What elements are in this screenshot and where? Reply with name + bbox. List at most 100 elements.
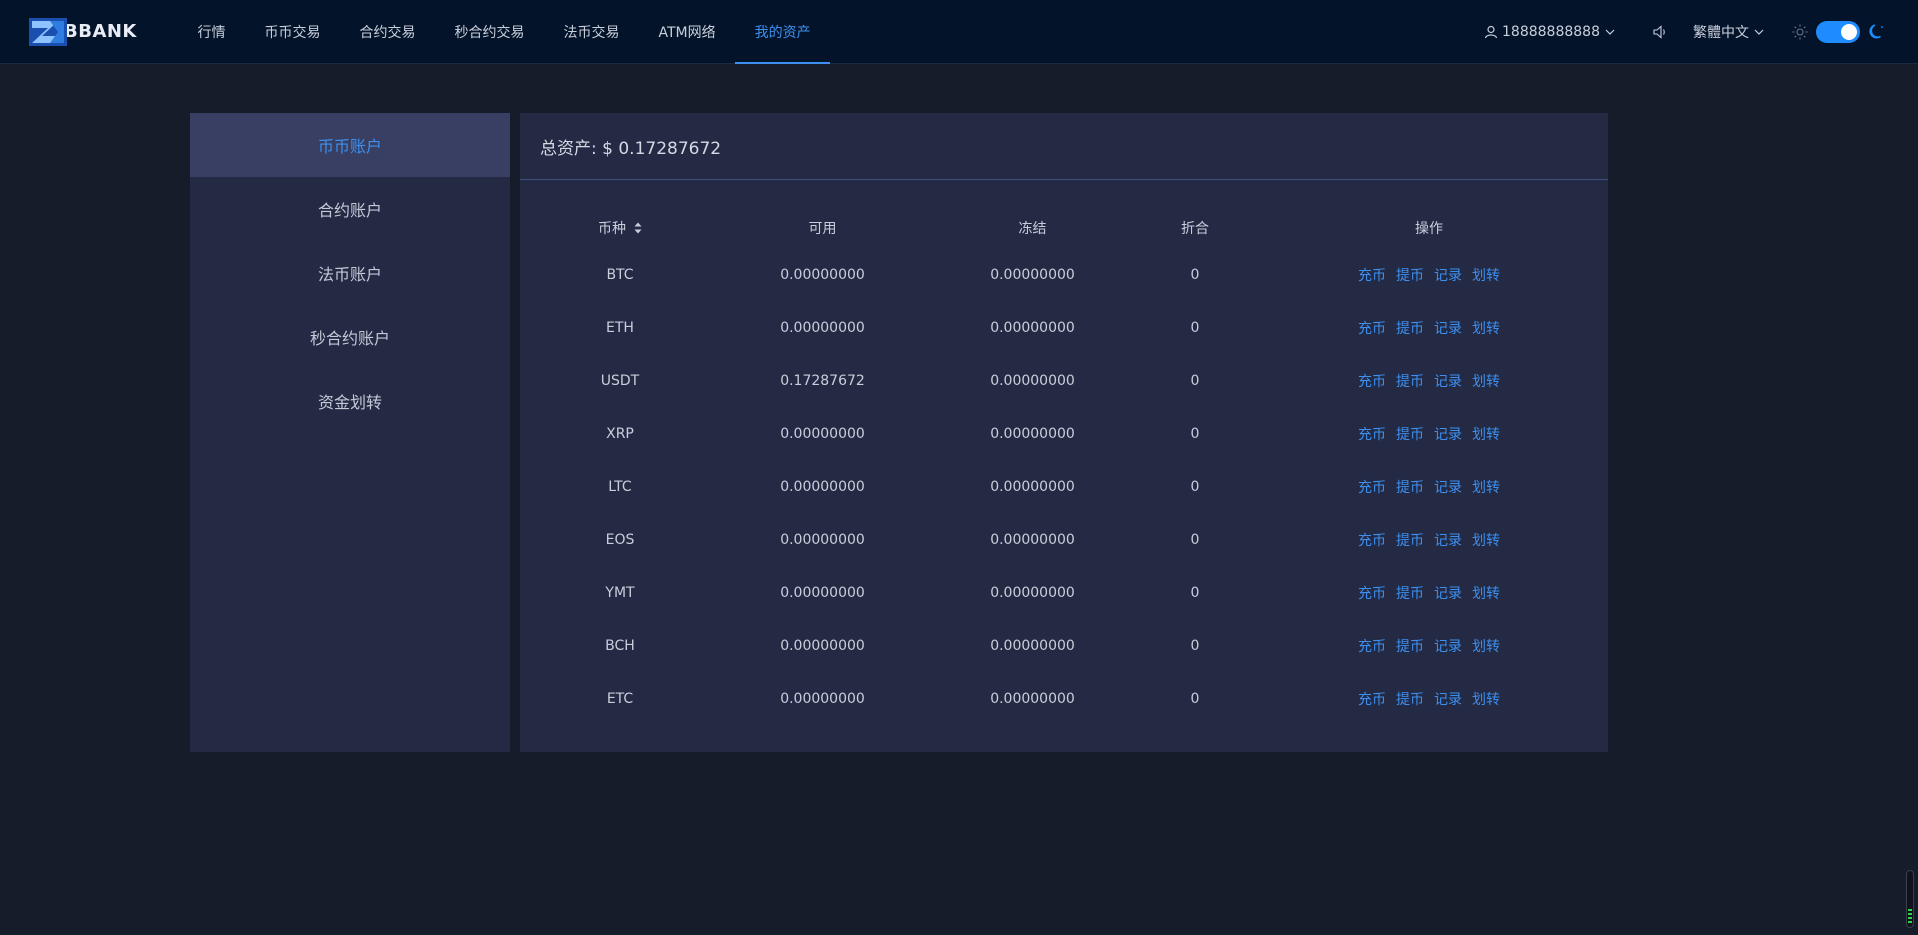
nav-spot-trading[interactable]: 币币交易 xyxy=(245,0,340,64)
nav-second-contract-trading[interactable]: 秒合约交易 xyxy=(435,0,544,64)
sidebar-item-contract-account[interactable]: 合约账户 xyxy=(190,177,510,241)
transfer-link[interactable]: 划转 xyxy=(1472,689,1500,709)
table-row: ETC 0.00000000 0.00000000 0 充币 提币 记录 划转 xyxy=(520,672,1608,725)
withdraw-link[interactable]: 提币 xyxy=(1396,583,1424,603)
deposit-link[interactable]: 充币 xyxy=(1358,583,1386,603)
cell-actions: 充币 提币 记录 划转 xyxy=(1250,583,1608,603)
scroll-indicator-fill xyxy=(1908,909,1912,925)
sort-icon[interactable] xyxy=(634,222,642,234)
notification-speaker[interactable] xyxy=(1653,25,1669,39)
records-link[interactable]: 记录 xyxy=(1434,583,1462,603)
language-selector[interactable]: 繁體中文 xyxy=(1693,22,1764,42)
records-link[interactable]: 记录 xyxy=(1434,371,1462,391)
logo-text: BBANK xyxy=(64,21,137,42)
cell-available: 0.00000000 xyxy=(780,584,865,601)
cell-frozen: 0.00000000 xyxy=(990,531,1075,548)
table-row: LTC 0.00000000 0.00000000 0 充币 提币 记录 划转 xyxy=(520,460,1608,513)
cell-coin: ETC xyxy=(606,690,634,707)
language-label: 繁體中文 xyxy=(1693,25,1749,41)
cell-frozen: 0.00000000 xyxy=(990,266,1075,283)
records-link[interactable]: 记录 xyxy=(1434,318,1462,338)
records-link[interactable]: 记录 xyxy=(1434,636,1462,656)
cell-available: 0.00000000 xyxy=(780,690,865,707)
theme-toggle[interactable] xyxy=(1816,21,1860,43)
cell-actions: 充币 提币 记录 划转 xyxy=(1250,265,1608,285)
chevron-down-icon xyxy=(1605,29,1615,35)
cell-frozen: 0.00000000 xyxy=(990,319,1075,336)
cell-actions: 充币 提币 记录 划转 xyxy=(1250,424,1608,444)
deposit-link[interactable]: 充币 xyxy=(1358,424,1386,444)
table-row: EOS 0.00000000 0.00000000 0 充币 提币 记录 划转 xyxy=(520,513,1608,566)
total-assets: 总资产: $ 0.17287672 xyxy=(520,113,1608,180)
deposit-link[interactable]: 充币 xyxy=(1358,689,1386,709)
cell-converted: 0 xyxy=(1190,584,1200,601)
deposit-link[interactable]: 充币 xyxy=(1358,530,1386,550)
withdraw-link[interactable]: 提币 xyxy=(1396,689,1424,709)
cell-coin: BCH xyxy=(605,637,635,654)
table-row: USDT 0.17287672 0.00000000 0 充币 提币 记录 划转 xyxy=(520,354,1608,407)
cell-actions: 充币 提币 记录 划转 xyxy=(1250,530,1608,550)
cell-coin: BTC xyxy=(606,266,634,283)
records-link[interactable]: 记录 xyxy=(1434,689,1462,709)
withdraw-link[interactable]: 提币 xyxy=(1396,371,1424,391)
withdraw-link[interactable]: 提币 xyxy=(1396,265,1424,285)
cell-available: 0.00000000 xyxy=(780,531,865,548)
column-frozen: 冻结 xyxy=(1018,221,1047,237)
sun-icon[interactable] xyxy=(1792,24,1808,40)
column-actions: 操作 xyxy=(1415,221,1443,237)
withdraw-link[interactable]: 提币 xyxy=(1396,318,1424,338)
withdraw-link[interactable]: 提币 xyxy=(1396,530,1424,550)
nav-market[interactable]: 行情 xyxy=(178,0,245,64)
transfer-link[interactable]: 划转 xyxy=(1472,424,1500,444)
cell-frozen: 0.00000000 xyxy=(990,637,1075,654)
transfer-link[interactable]: 划转 xyxy=(1472,371,1500,391)
withdraw-link[interactable]: 提币 xyxy=(1396,477,1424,497)
table-row: YMT 0.00000000 0.00000000 0 充币 提币 记录 划转 xyxy=(520,566,1608,619)
withdraw-link[interactable]: 提币 xyxy=(1396,424,1424,444)
deposit-link[interactable]: 充币 xyxy=(1358,371,1386,391)
theme-switcher xyxy=(1792,21,1886,43)
nav-atm-network[interactable]: ATM网络 xyxy=(639,0,735,64)
column-label: 币种 xyxy=(598,221,626,237)
sidebar-item-second-contract-account[interactable]: 秒合约账户 xyxy=(190,305,510,369)
records-link[interactable]: 记录 xyxy=(1434,265,1462,285)
nav-contract-trading[interactable]: 合约交易 xyxy=(340,0,435,64)
records-link[interactable]: 记录 xyxy=(1434,530,1462,550)
cell-frozen: 0.00000000 xyxy=(990,372,1075,389)
cell-converted: 0 xyxy=(1190,319,1200,336)
transfer-link[interactable]: 划转 xyxy=(1472,636,1500,656)
deposit-link[interactable]: 充币 xyxy=(1358,477,1386,497)
withdraw-link[interactable]: 提币 xyxy=(1396,636,1424,656)
cell-coin: EOS xyxy=(605,531,635,548)
column-coin[interactable]: 币种 xyxy=(520,218,720,238)
cell-actions: 充币 提币 记录 划转 xyxy=(1250,689,1608,709)
cell-converted: 0 xyxy=(1190,266,1200,283)
user-menu[interactable]: 18888888888 xyxy=(1484,24,1619,40)
header-right: 18888888888 繁體中文 xyxy=(1484,0,1918,64)
table-header: 币种 可用 冻结 折合 操作 xyxy=(520,208,1608,248)
column-converted: 折合 xyxy=(1181,221,1209,237)
transfer-link[interactable]: 划转 xyxy=(1472,530,1500,550)
sidebar-item-fund-transfer[interactable]: 资金划转 xyxy=(190,369,510,433)
account-sidebar: 币币账户 合约账户 法币账户 秒合约账户 资金划转 xyxy=(190,113,510,752)
table-row: BCH 0.00000000 0.00000000 0 充币 提币 记录 划转 xyxy=(520,619,1608,672)
records-link[interactable]: 记录 xyxy=(1434,477,1462,497)
sidebar-item-fiat-account[interactable]: 法币账户 xyxy=(190,241,510,305)
user-phone: 18888888888 xyxy=(1502,24,1600,40)
transfer-link[interactable]: 划转 xyxy=(1472,477,1500,497)
transfer-link[interactable]: 划转 xyxy=(1472,265,1500,285)
nav-my-assets[interactable]: 我的资产 xyxy=(735,0,831,64)
sidebar-item-spot-account[interactable]: 币币账户 xyxy=(190,113,510,177)
nav-fiat-trading[interactable]: 法币交易 xyxy=(544,0,639,64)
deposit-link[interactable]: 充币 xyxy=(1358,318,1386,338)
cell-frozen: 0.00000000 xyxy=(990,425,1075,442)
cell-actions: 充币 提币 记录 划转 xyxy=(1250,636,1608,656)
moon-icon[interactable] xyxy=(1868,23,1886,41)
scroll-indicator[interactable] xyxy=(1906,870,1914,928)
records-link[interactable]: 记录 xyxy=(1434,424,1462,444)
brand-logo[interactable]: BBANK xyxy=(28,12,158,52)
transfer-link[interactable]: 划转 xyxy=(1472,583,1500,603)
deposit-link[interactable]: 充币 xyxy=(1358,636,1386,656)
transfer-link[interactable]: 划转 xyxy=(1472,318,1500,338)
deposit-link[interactable]: 充币 xyxy=(1358,265,1386,285)
